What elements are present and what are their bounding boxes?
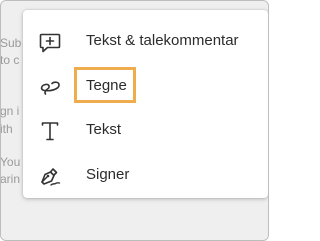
background-text-line: gn i — [0, 104, 20, 118]
background-text-line: You — [0, 155, 21, 169]
menu-item-label: Tekst & talekommentar — [86, 32, 239, 49]
menu-item-sign[interactable]: Signer — [23, 155, 268, 195]
menu-item-text-and-voice-comment[interactable]: Tekst & talekommentar — [23, 21, 268, 61]
screenshot-frame: Sub to c gn i ith You arin Tekst & talek… — [0, 0, 269, 241]
signature-pen-icon — [38, 164, 62, 188]
menu-item-label: Tegne — [86, 77, 127, 94]
menu-item-label: Tekst — [86, 121, 122, 138]
menu-item-draw[interactable]: Tegne — [23, 66, 268, 106]
annotation-menu: Tekst & talekommentar Tegne Tekst Signer — [23, 10, 268, 198]
comment-add-icon — [38, 30, 62, 54]
text-icon — [38, 119, 62, 143]
background-text-line: ith — [0, 122, 13, 136]
menu-item-label: Signer — [86, 166, 130, 183]
background-text-line: to c — [0, 53, 20, 67]
background-text-line: arin — [0, 172, 21, 186]
background-text-line: Sub — [0, 36, 22, 50]
freehand-draw-icon — [38, 75, 62, 99]
menu-item-text[interactable]: Tekst — [23, 110, 268, 150]
